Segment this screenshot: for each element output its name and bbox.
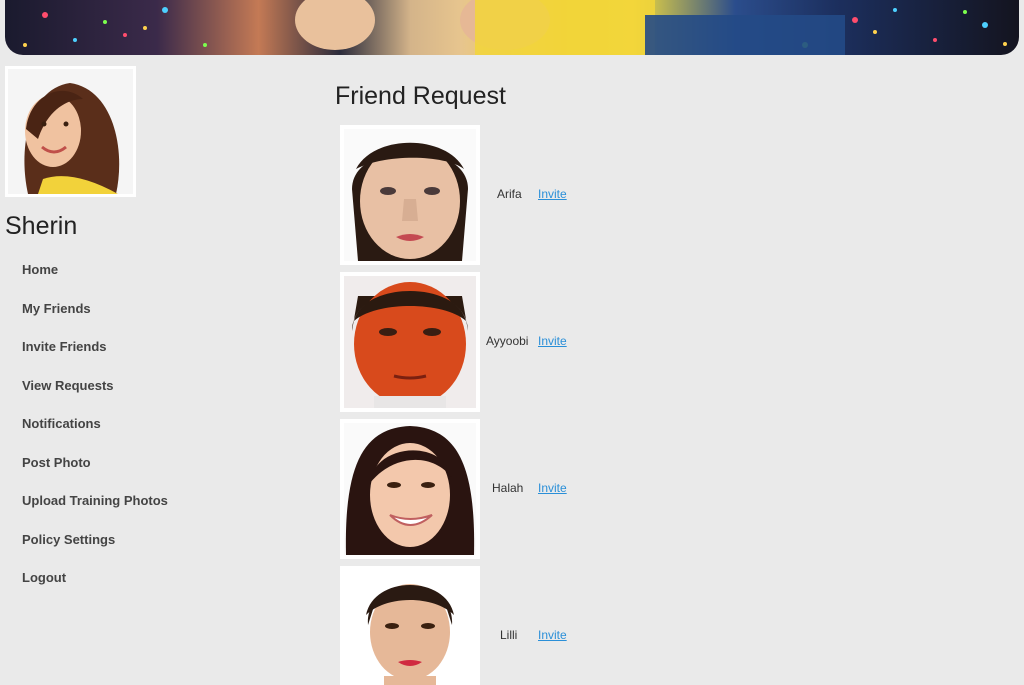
friend-photo (340, 419, 480, 559)
friend-request-row: Halah Invite (340, 419, 600, 559)
header-banner (5, 0, 1019, 55)
face-photo-icon (344, 570, 476, 685)
nav-item-logout[interactable]: Logout (22, 566, 168, 605)
face-photo-icon (344, 423, 476, 555)
nav-item-home[interactable]: Home (22, 258, 168, 297)
invite-link[interactable]: Invite (538, 628, 567, 642)
invite-link[interactable]: Invite (538, 187, 567, 201)
friend-photo (340, 566, 480, 685)
friend-name: Arifa (497, 187, 522, 201)
friend-name: Lilli (500, 628, 518, 642)
profile-name: Sherin (5, 212, 78, 240)
invite-link[interactable]: Invite (538, 481, 567, 495)
friend-request-row: Lilli Invite (340, 566, 600, 685)
nav-item-view-requests[interactable]: View Requests (22, 374, 168, 413)
face-photo-icon (344, 276, 476, 408)
sidebar-nav: Home My Friends Invite Friends View Requ… (22, 258, 168, 605)
page-title: Friend Request (335, 82, 506, 110)
face-photo-icon (344, 129, 476, 261)
nav-item-upload-training-photos[interactable]: Upload Training Photos (22, 489, 168, 528)
profile-photo-icon (8, 69, 133, 194)
friend-name: Halah (492, 481, 524, 495)
nav-item-my-friends[interactable]: My Friends (22, 297, 168, 336)
friend-photo (340, 272, 480, 412)
party-banner-image (23, 0, 1007, 55)
friend-request-row: Ayyoobi Invite (340, 272, 600, 412)
profile-avatar[interactable] (5, 66, 136, 197)
friend-request-row: Arifa Invite (340, 125, 600, 265)
friend-photo (340, 125, 480, 265)
nav-item-invite-friends[interactable]: Invite Friends (22, 335, 168, 374)
nav-item-notifications[interactable]: Notifications (22, 412, 168, 451)
nav-item-post-photo[interactable]: Post Photo (22, 451, 168, 490)
invite-link[interactable]: Invite (538, 334, 567, 348)
nav-item-policy-settings[interactable]: Policy Settings (22, 528, 168, 567)
friend-name: Ayyoobi (486, 334, 529, 348)
